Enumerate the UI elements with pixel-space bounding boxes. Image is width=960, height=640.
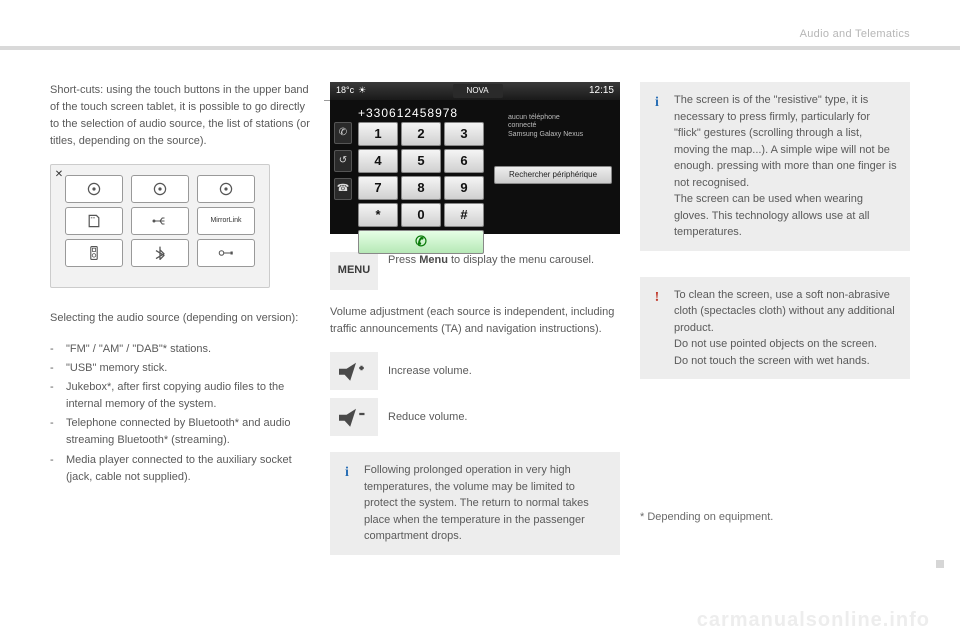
radio-source-button[interactable] bbox=[131, 175, 189, 203]
resistive-note-box: i The screen is of the "resistive" type,… bbox=[640, 82, 910, 251]
heat-note-text: Following prolonged operation in very hi… bbox=[364, 462, 608, 545]
volume-down-button[interactable] bbox=[330, 398, 378, 436]
key-6[interactable]: 6 bbox=[444, 149, 484, 173]
column-center: 18°c ☀ NOVA 12:15 +330612458978 ✆ ↺ ☎ 1 2… bbox=[330, 82, 620, 555]
station-name: NOVA bbox=[453, 84, 503, 98]
cleaning-note-text: To clean the screen, use a soft non-abra… bbox=[674, 287, 898, 370]
cleaning-note-box: ! To clean the screen, use a soft non-ab… bbox=[640, 277, 910, 380]
list-item: "FM" / "AM" / "DAB"* stations. bbox=[66, 341, 310, 358]
key-star[interactable]: * bbox=[358, 203, 398, 227]
list-item: "USB" memory stick. bbox=[66, 360, 310, 377]
key-0[interactable]: 0 bbox=[401, 203, 441, 227]
page: Audio and Telematics Short-cuts: using t… bbox=[0, 0, 960, 640]
weather-icon: ☀ bbox=[358, 84, 366, 98]
dialed-number: +330612458978 bbox=[358, 104, 458, 123]
list-item: Media player connected to the auxiliary … bbox=[66, 452, 310, 486]
info-icon: i bbox=[340, 462, 354, 545]
call-button[interactable]: ✆ bbox=[358, 230, 484, 254]
key-3[interactable]: 3 bbox=[444, 122, 484, 146]
touchscreen-screenshot: 18°c ☀ NOVA 12:15 +330612458978 ✆ ↺ ☎ 1 2… bbox=[330, 82, 620, 234]
volume-up-label: Increase volume. bbox=[388, 363, 472, 380]
bluetooth-source-button[interactable] bbox=[131, 239, 189, 267]
key-4[interactable]: 4 bbox=[358, 149, 398, 173]
page-corner-marker bbox=[936, 560, 944, 568]
temperature: 18°c bbox=[336, 84, 354, 98]
list-item: Jukebox*, after first copying audio file… bbox=[66, 379, 310, 413]
header-rule bbox=[0, 46, 960, 50]
section-title: Audio and Telematics bbox=[800, 28, 910, 40]
heat-note-box: i Following prolonged operation in very … bbox=[330, 452, 620, 555]
column-right: i The screen is of the "resistive" type,… bbox=[640, 82, 910, 555]
footnote: * Depending on equipment. bbox=[640, 509, 910, 526]
search-peripheral-button[interactable]: Rechercher périphérique bbox=[494, 166, 612, 184]
watermark: carmanualsonline.info bbox=[0, 609, 930, 632]
key-7[interactable]: 7 bbox=[358, 176, 398, 200]
sd-source-button[interactable] bbox=[65, 207, 123, 235]
ipod-source-button[interactable] bbox=[65, 239, 123, 267]
source-list: -"FM" / "AM" / "DAB"* stations. -"USB" m… bbox=[50, 341, 310, 485]
phone-status-text: aucun téléphone connecté Samsung Galaxy … bbox=[508, 114, 608, 139]
side-redial-icon[interactable]: ↺ bbox=[334, 150, 352, 172]
keypad: 1 2 3 4 5 6 7 8 9 * 0 # ✆ bbox=[358, 122, 484, 254]
info-icon: i bbox=[650, 92, 664, 241]
mirrorlink-source-button[interactable]: MirrorLink bbox=[197, 207, 255, 235]
selecting-intro: Selecting the audio source (depending on… bbox=[50, 310, 310, 327]
key-1[interactable]: 1 bbox=[358, 122, 398, 146]
menu-button[interactable]: MENU bbox=[330, 252, 378, 290]
warning-icon: ! bbox=[650, 287, 664, 370]
clock: 12:15 bbox=[589, 83, 614, 99]
side-phone-icon[interactable]: ✆ bbox=[334, 122, 352, 144]
radio-source-button[interactable] bbox=[65, 175, 123, 203]
key-2[interactable]: 2 bbox=[401, 122, 441, 146]
side-contacts-icon[interactable]: ☎ bbox=[334, 178, 352, 200]
volume-down-label: Reduce volume. bbox=[388, 409, 468, 426]
key-5[interactable]: 5 bbox=[401, 149, 441, 173]
list-item: Telephone connected by Bluetooth* and au… bbox=[66, 415, 310, 449]
key-8[interactable]: 8 bbox=[401, 176, 441, 200]
usb-source-button[interactable] bbox=[131, 207, 189, 235]
menu-instruction: Press Menu to display the menu carousel. bbox=[388, 252, 620, 269]
volume-intro: Volume adjustment (each source is indepe… bbox=[330, 304, 620, 338]
volume-up-button[interactable] bbox=[330, 352, 378, 390]
key-hash[interactable]: # bbox=[444, 203, 484, 227]
resistive-note-text: The screen is of the "resistive" type, i… bbox=[674, 92, 898, 241]
close-icon[interactable]: ✕ bbox=[53, 167, 65, 179]
radio-source-button[interactable] bbox=[197, 175, 255, 203]
source-panel: ✕ MirrorLink bbox=[50, 164, 270, 288]
key-9[interactable]: 9 bbox=[444, 176, 484, 200]
column-left: Short-cuts: using the touch buttons in t… bbox=[50, 82, 310, 555]
shortcuts-text: Short-cuts: using the touch buttons in t… bbox=[50, 82, 310, 150]
aux-source-button[interactable] bbox=[197, 239, 255, 267]
